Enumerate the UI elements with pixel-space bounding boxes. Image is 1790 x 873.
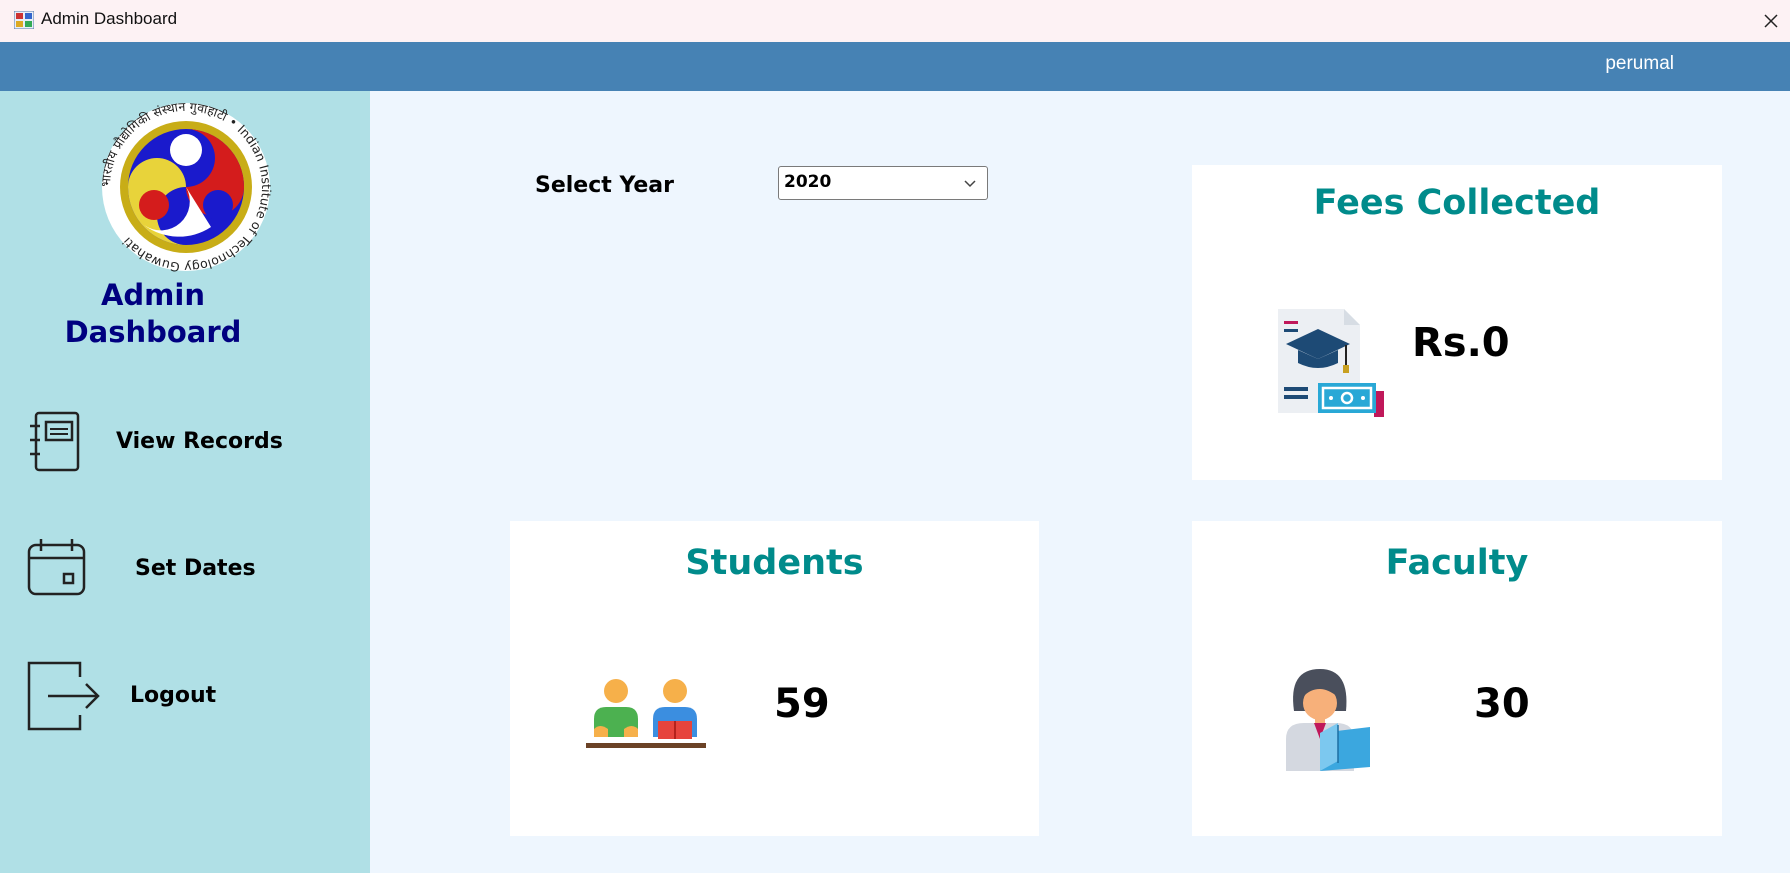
sidebar-item-set-dates[interactable]: Set Dates	[0, 534, 370, 620]
students-icon	[586, 679, 706, 748]
calendar-icon	[27, 539, 86, 596]
iit-guwahati-logo: भारतीय प्रौद्योगिकी संस्थान गुवाहाटी • I…	[98, 99, 274, 275]
faculty-value: 30	[1474, 681, 1530, 727]
fees-card: Fees Collected Rs.0	[1192, 165, 1722, 480]
fees-card-title: Fees Collected	[1313, 183, 1601, 223]
students-card: Students 59	[510, 521, 1039, 836]
sidebar: भारतीय प्रौद्योगिकी संस्थान गुवाहाटी • I…	[0, 91, 370, 873]
faculty-card-title: Faculty	[1385, 543, 1529, 583]
sidebar-title-line1: Admin	[100, 278, 205, 312]
sidebar-item-label: View Records	[116, 429, 283, 454]
select-year-label: Select Year	[535, 173, 674, 198]
sidebar-item-label: Set Dates	[135, 556, 256, 581]
records-book-icon	[30, 411, 80, 472]
sidebar-title-line2: Dashboard	[64, 315, 242, 349]
window-title: Admin Dashboard	[41, 9, 178, 28]
students-value: 59	[774, 681, 830, 727]
sidebar-item-logout[interactable]: Logout	[0, 659, 370, 745]
fee-certificate-icon	[1278, 309, 1384, 417]
chevron-down-icon	[964, 180, 976, 188]
sidebar-item-view-records[interactable]: View Records	[0, 408, 370, 494]
sidebar-title: Admin Dashboard	[40, 277, 266, 351]
window-title-bar: Admin Dashboard	[0, 0, 1790, 42]
fees-value: Rs.0	[1412, 320, 1510, 366]
students-card-title: Students	[685, 543, 864, 583]
username-label: perumal	[1605, 53, 1674, 74]
year-select[interactable]: 2020	[778, 166, 988, 200]
header-bar: perumal	[0, 42, 1790, 91]
faculty-card: Faculty 30	[1192, 521, 1722, 836]
year-select-value: 2020	[784, 172, 832, 192]
sidebar-item-label: Logout	[130, 683, 217, 708]
teacher-icon	[1286, 669, 1370, 771]
close-icon[interactable]	[1758, 8, 1784, 34]
app-icon	[14, 11, 34, 29]
logout-icon	[27, 661, 100, 731]
main-content: Select Year 2020 Fees Collected Rs.0 Stu…	[370, 91, 1790, 873]
